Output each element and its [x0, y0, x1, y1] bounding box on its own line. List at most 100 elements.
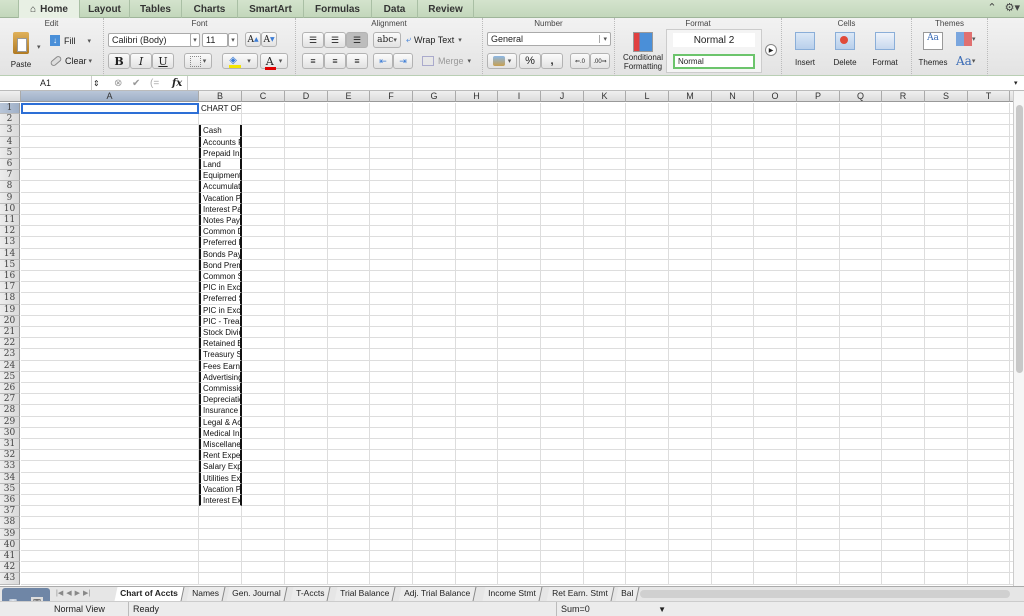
cell-F40[interactable]: [370, 539, 413, 551]
cell-B1[interactable]: CHART OF ACCOUNTS: [199, 103, 242, 115]
cell-H33[interactable]: [456, 461, 498, 473]
cell-L32[interactable]: [626, 450, 669, 462]
cell-B43[interactable]: [199, 573, 242, 585]
cell-F41[interactable]: [370, 551, 413, 563]
cell-N3[interactable]: [712, 125, 754, 137]
name-box-stepper[interactable]: ⇕: [93, 76, 103, 90]
cell-P11[interactable]: [797, 215, 840, 227]
cell-E22[interactable]: [328, 338, 370, 350]
cell-N10[interactable]: [712, 203, 754, 215]
cell-N43[interactable]: [712, 573, 754, 585]
cell-T14[interactable]: [968, 248, 1010, 260]
cell-G25[interactable]: [413, 371, 456, 383]
insert-button[interactable]: Insert: [788, 32, 822, 67]
cell-S12[interactable]: [925, 226, 968, 238]
cell-M43[interactable]: [669, 573, 712, 585]
cell-R26[interactable]: [882, 383, 925, 395]
cell-J24[interactable]: [541, 360, 584, 372]
cell-I40[interactable]: [498, 539, 541, 551]
cell-C15[interactable]: [242, 259, 285, 271]
cell-A26[interactable]: [21, 383, 199, 395]
cell-F28[interactable]: [370, 405, 413, 417]
cell-S13[interactable]: [925, 237, 968, 249]
cell-Q12[interactable]: [840, 226, 882, 238]
cell-Q23[interactable]: [840, 349, 882, 361]
font-size-select[interactable]: 11: [202, 33, 228, 47]
cell-N7[interactable]: [712, 170, 754, 182]
cell-C25[interactable]: [242, 371, 285, 383]
cell-H42[interactable]: [456, 562, 498, 574]
cell-K9[interactable]: [584, 192, 626, 204]
cell-M37[interactable]: [669, 506, 712, 518]
row-header[interactable]: 43: [0, 573, 20, 585]
cell-Q8[interactable]: [840, 181, 882, 193]
cell-B25[interactable]: Advertising Expense: [199, 371, 242, 383]
cell-S43[interactable]: [925, 573, 968, 585]
cell-K22[interactable]: [584, 338, 626, 350]
cell-F25[interactable]: [370, 371, 413, 383]
cell-O13[interactable]: [754, 237, 797, 249]
increase-indent-button[interactable]: ⇥: [393, 53, 413, 69]
italic-button[interactable]: I: [130, 53, 152, 69]
cell-S27[interactable]: [925, 394, 968, 406]
cell-P13[interactable]: [797, 237, 840, 249]
cell-I31[interactable]: [498, 439, 541, 451]
vertical-scrollbar[interactable]: [1013, 91, 1024, 586]
cell-L35[interactable]: [626, 483, 669, 495]
cell-J8[interactable]: [541, 181, 584, 193]
cell-B7[interactable]: Equipment: [199, 170, 242, 182]
cell-A31[interactable]: [21, 439, 199, 451]
cell-N5[interactable]: [712, 147, 754, 159]
cell-M32[interactable]: [669, 450, 712, 462]
cell-J32[interactable]: [541, 450, 584, 462]
cell-R4[interactable]: [882, 136, 925, 148]
cell-T13[interactable]: [968, 237, 1010, 249]
cell-H14[interactable]: [456, 248, 498, 260]
cell-D26[interactable]: [285, 383, 328, 395]
cell-I19[interactable]: [498, 304, 541, 316]
cell-J36[interactable]: [541, 495, 584, 507]
row-header[interactable]: 18: [0, 293, 20, 305]
cell-S15[interactable]: [925, 259, 968, 271]
cell-L13[interactable]: [626, 237, 669, 249]
cell-F19[interactable]: [370, 304, 413, 316]
cell-D3[interactable]: [285, 125, 328, 137]
cell-A9[interactable]: [21, 192, 199, 204]
cell-J38[interactable]: [541, 517, 584, 529]
cell-S2[interactable]: [925, 114, 968, 126]
cell-R19[interactable]: [882, 304, 925, 316]
cell-F2[interactable]: [370, 114, 413, 126]
cell-O37[interactable]: [754, 506, 797, 518]
cell-H10[interactable]: [456, 203, 498, 215]
cell-L2[interactable]: [626, 114, 669, 126]
cell-B10[interactable]: Interest Payable: [199, 203, 242, 215]
column-header[interactable]: T: [968, 91, 1010, 102]
row-header[interactable]: 28: [0, 405, 20, 417]
cell-C4[interactable]: [242, 136, 285, 148]
cell-O23[interactable]: [754, 349, 797, 361]
cell-G27[interactable]: [413, 394, 456, 406]
cell-C34[interactable]: [242, 472, 285, 484]
cell-K4[interactable]: [584, 136, 626, 148]
cell-Q17[interactable]: [840, 282, 882, 294]
cell-T2[interactable]: [968, 114, 1010, 126]
cell-S28[interactable]: [925, 405, 968, 417]
cell-D35[interactable]: [285, 483, 328, 495]
scroll-thumb[interactable]: [1016, 105, 1023, 373]
cell-Q42[interactable]: [840, 562, 882, 574]
cell-O16[interactable]: [754, 271, 797, 283]
name-box[interactable]: A1: [0, 76, 92, 90]
cell-H29[interactable]: [456, 416, 498, 428]
cell-M21[interactable]: [669, 327, 712, 339]
cell-P32[interactable]: [797, 450, 840, 462]
cell-H19[interactable]: [456, 304, 498, 316]
cell-T41[interactable]: [968, 551, 1010, 563]
cell-C1[interactable]: [242, 103, 285, 115]
cell-I13[interactable]: [498, 237, 541, 249]
cell-C22[interactable]: [242, 338, 285, 350]
cell-K18[interactable]: [584, 293, 626, 305]
cell-L43[interactable]: [626, 573, 669, 585]
cell-H37[interactable]: [456, 506, 498, 518]
row-header[interactable]: 20: [0, 315, 20, 327]
cell-B12[interactable]: Common Dividends Payable: [199, 226, 242, 238]
